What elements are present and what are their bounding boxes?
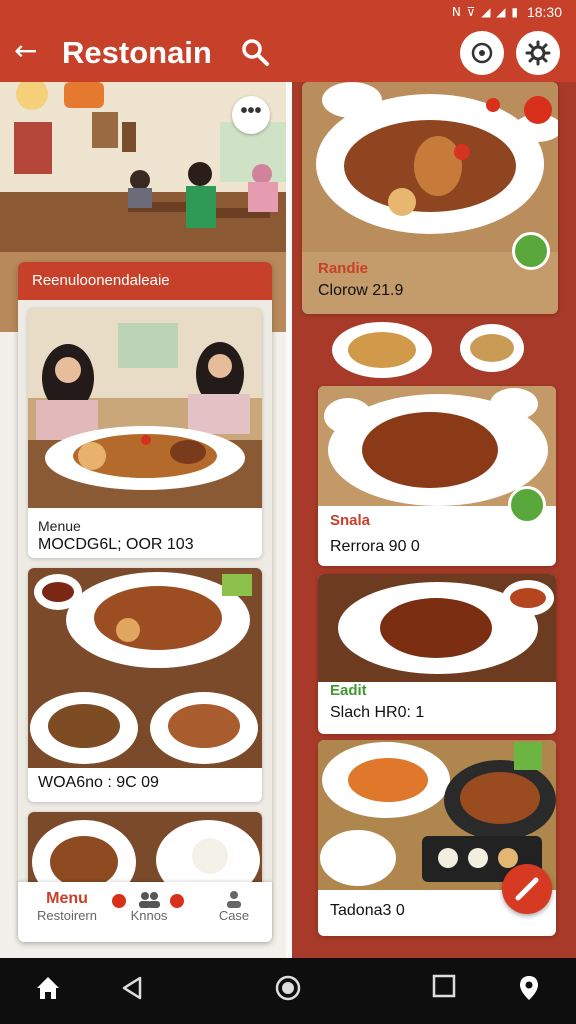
favorite-badge[interactable] — [524, 96, 552, 124]
status-bar: N ⊽ ◢ ◢ ▮ 18:30 — [0, 0, 576, 24]
veg-leaf-badge — [512, 232, 550, 270]
scan-button[interactable] — [460, 31, 504, 75]
status-icons: N ⊽ ◢ ◢ ▮ — [451, 5, 519, 19]
scan-icon — [471, 42, 493, 64]
system-nav-bar — [0, 958, 576, 1024]
roast-chicken-noodles-image — [302, 82, 558, 252]
panel-title: Reenuloonendaleaie — [18, 262, 272, 300]
notification-dot — [486, 98, 500, 112]
card-title: Menue — [38, 518, 81, 534]
app-title: Restonain — [62, 35, 212, 70]
people-icon — [139, 892, 160, 908]
tab-top-label: Menu — [46, 890, 88, 907]
card-subtitle: MOCDG6L; OOR 103 — [38, 536, 194, 553]
tab-menu[interactable]: Menu Restoirern — [28, 890, 106, 923]
menu-card[interactable]: Menue MOCDG6L; OOR 103 — [28, 308, 262, 558]
gear-icon — [525, 40, 551, 66]
dish-card[interactable]: WOA6no : 9C 09 — [28, 568, 262, 802]
tab-label: Knnos — [130, 908, 168, 923]
home-circle-icon[interactable] — [274, 974, 302, 1002]
dish-name: Snala — [330, 512, 371, 529]
status-time: 18:30 — [526, 4, 562, 20]
notification-dot — [170, 894, 184, 908]
app-bar: ← Restonain — [0, 24, 576, 82]
left-column: ••• Reenuloonendaleaie Menue MOCDG6L; OO… — [0, 82, 286, 958]
dish-name: Eadit — [330, 682, 367, 699]
edit-fab[interactable] — [502, 864, 552, 914]
tab-profile[interactable]: Case — [200, 890, 268, 923]
card-subtitle: WOA6no : 9C 09 — [38, 774, 159, 791]
location-pin-icon[interactable] — [518, 974, 540, 1004]
more-options-button[interactable]: ••• — [232, 96, 270, 134]
restaurant-list-panel: Reenuloonendaleaie Menue MOCDG6L; OOR 10… — [18, 262, 272, 942]
search-icon[interactable] — [240, 37, 270, 67]
dish-price: Clorow 21.9 — [318, 282, 404, 299]
pencil-icon — [515, 877, 539, 901]
recents-icon[interactable] — [432, 974, 456, 998]
home-icon[interactable] — [34, 974, 62, 1002]
dish-price: Tadona3 0 — [330, 902, 405, 919]
person-icon — [227, 891, 241, 908]
tab-label: Case — [218, 908, 250, 923]
dish-price: Slach HR0: 1 — [330, 704, 425, 721]
dish-price: Rerrora 90 0 — [330, 538, 420, 555]
veg-leaf-badge — [508, 486, 546, 524]
dish-name: Randie — [318, 260, 369, 277]
dish-card[interactable]: Eadit Slach HR0: 1 — [318, 574, 556, 734]
back-nav-icon[interactable] — [120, 974, 146, 1002]
tab-label: Restoirern — [37, 908, 97, 923]
bottom-tab-bar: Menu Restoirern Knnos Case — [18, 882, 272, 942]
chicken-noodle-plates-image — [28, 568, 262, 768]
settings-button[interactable] — [516, 31, 560, 75]
right-column: Randie Clorow 21.9 Snala Rerrora 90 0 Ea… — [292, 82, 576, 958]
dish-card[interactable]: Randie Clorow 21.9 — [302, 82, 558, 314]
dish-card[interactable]: Snala Rerrora 90 0 — [318, 386, 556, 566]
diners-with-noodle-dish-image — [28, 308, 262, 508]
noodle-bowls-image — [332, 322, 524, 378]
back-arrow-icon[interactable]: ← — [14, 36, 37, 66]
glazed-chicken-plate-image — [318, 574, 556, 682]
